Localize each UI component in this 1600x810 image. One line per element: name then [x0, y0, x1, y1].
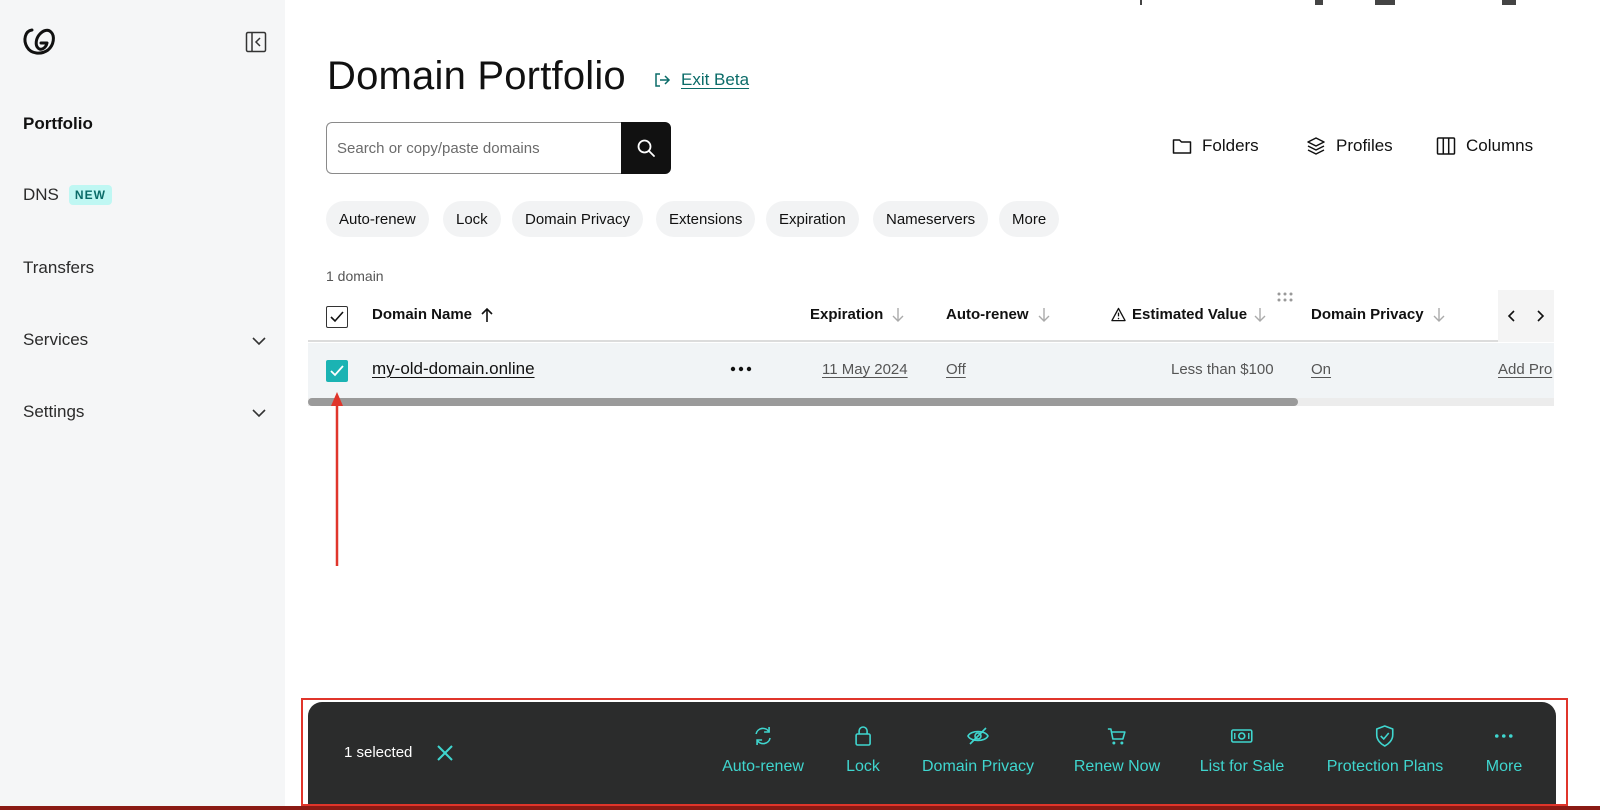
- chevron-down-icon: [252, 409, 266, 418]
- filter-chip-domain-privacy[interactable]: Domain Privacy: [512, 201, 644, 237]
- domain-privacy-status-link[interactable]: On: [1311, 361, 1331, 378]
- row-more-menu[interactable]: [726, 357, 756, 381]
- folders-button[interactable]: Folders: [1172, 136, 1259, 156]
- new-badge: NEW: [68, 185, 112, 205]
- header-label: Domain Privacy: [1311, 306, 1424, 323]
- sidebar-item-services[interactable]: Services: [23, 330, 268, 350]
- column-scroll-controls: [1498, 290, 1554, 342]
- header-label: Estimated Value: [1132, 306, 1248, 323]
- scroll-left-button[interactable]: [1502, 306, 1522, 326]
- horizontal-scrollbar[interactable]: [308, 398, 1298, 406]
- layers-icon: [1307, 137, 1325, 155]
- estimated-value: Less than $100: [1171, 361, 1274, 378]
- sidebar-item-portfolio[interactable]: Portfolio: [23, 114, 268, 134]
- godaddy-logo-icon[interactable]: [22, 26, 56, 56]
- header-label: Auto-renew: [946, 306, 1029, 323]
- annotation-highlight-box: [301, 698, 1568, 806]
- sidebar: Portfolio DNS NEW Transfers Services Set…: [0, 0, 285, 810]
- exit-beta-link[interactable]: Exit Beta: [653, 70, 749, 90]
- expiration-date-link[interactable]: 11 May 2024: [822, 361, 908, 378]
- sidebar-item-settings[interactable]: Settings: [23, 402, 268, 422]
- columns-icon: [1436, 137, 1456, 155]
- scroll-right-button[interactable]: [1530, 306, 1550, 326]
- header-label: Domain Name: [372, 306, 473, 323]
- domains-table: Domain Name Expiration Auto-renew Estima…: [308, 290, 1554, 410]
- columns-label: Columns: [1466, 136, 1534, 155]
- header-expiration[interactable]: Expiration: [810, 306, 905, 323]
- table-header: Domain Name Expiration Auto-renew Estima…: [308, 290, 1554, 342]
- table-row[interactable]: my-old-domain.online 11 May 2024 Off Les…: [308, 343, 1554, 399]
- check-icon: [330, 365, 344, 377]
- sort-up-icon: [481, 307, 493, 322]
- select-all-checkbox[interactable]: [326, 306, 348, 328]
- bottom-edge: [0, 806, 1600, 810]
- search-input[interactable]: [326, 122, 621, 174]
- search-icon: [637, 139, 655, 157]
- add-protection-link[interactable]: Add Pro: [1498, 361, 1552, 378]
- row-checkbox[interactable]: [326, 360, 348, 382]
- header-auto-renew[interactable]: Auto-renew: [946, 306, 1051, 323]
- more-horizontal-icon: [730, 366, 752, 372]
- folders-label: Folders: [1202, 136, 1259, 155]
- profiles-button[interactable]: Profiles: [1306, 136, 1393, 156]
- chevron-right-icon: [1537, 310, 1545, 322]
- sidebar-item-label: Portfolio: [23, 114, 93, 133]
- search-button[interactable]: [621, 122, 671, 174]
- page-title: Domain Portfolio: [327, 54, 626, 98]
- chevron-down-icon: [252, 337, 266, 346]
- sidebar-item-dns[interactable]: DNS NEW: [23, 185, 268, 205]
- sort-down-icon: [1254, 307, 1266, 322]
- sidebar-item-label: Transfers: [23, 258, 95, 277]
- sidebar-item-label: DNS: [23, 185, 59, 204]
- warning-icon: [1111, 307, 1126, 322]
- domain-name-link[interactable]: my-old-domain.online: [372, 359, 535, 379]
- sidebar-item-transfers[interactable]: Transfers: [23, 258, 268, 278]
- columns-button[interactable]: Columns: [1436, 136, 1533, 156]
- search-bar: [326, 122, 671, 174]
- header-estimated-value[interactable]: Estimated Value: [1111, 306, 1267, 323]
- exit-beta-label: Exit Beta: [681, 70, 750, 89]
- folder-icon: [1172, 139, 1192, 154]
- filter-chip-lock[interactable]: Lock: [443, 201, 501, 237]
- filter-chip-nameservers[interactable]: Nameservers: [873, 201, 989, 237]
- header-domain-privacy[interactable]: Domain Privacy: [1311, 306, 1446, 323]
- chevron-left-icon: [1507, 310, 1515, 322]
- header-cutoff: [1140, 0, 1560, 6]
- drag-handle-icon[interactable]: [1276, 290, 1294, 310]
- sort-down-icon: [1433, 307, 1445, 322]
- header-label: Expiration: [810, 306, 884, 323]
- filter-chip-more[interactable]: More: [999, 201, 1060, 237]
- sort-down-icon: [1038, 307, 1049, 322]
- collapse-sidebar-icon[interactable]: [244, 30, 268, 54]
- filter-chip-auto-renew[interactable]: Auto-renew: [326, 201, 429, 237]
- header-domain-name[interactable]: Domain Name: [372, 306, 494, 323]
- filter-chip-extensions[interactable]: Extensions: [656, 201, 756, 237]
- filter-chip-expiration[interactable]: Expiration: [766, 201, 859, 237]
- auto-renew-status-link[interactable]: Off: [946, 361, 966, 378]
- annotation-arrow: [331, 392, 343, 566]
- profiles-label: Profiles: [1336, 136, 1393, 155]
- sidebar-item-label: Settings: [23, 402, 85, 421]
- check-icon: [330, 311, 344, 323]
- exit-icon: [655, 73, 671, 87]
- domain-count: 1 domain: [326, 268, 384, 284]
- sort-down-icon: [892, 307, 904, 322]
- sidebar-item-label: Services: [23, 330, 89, 349]
